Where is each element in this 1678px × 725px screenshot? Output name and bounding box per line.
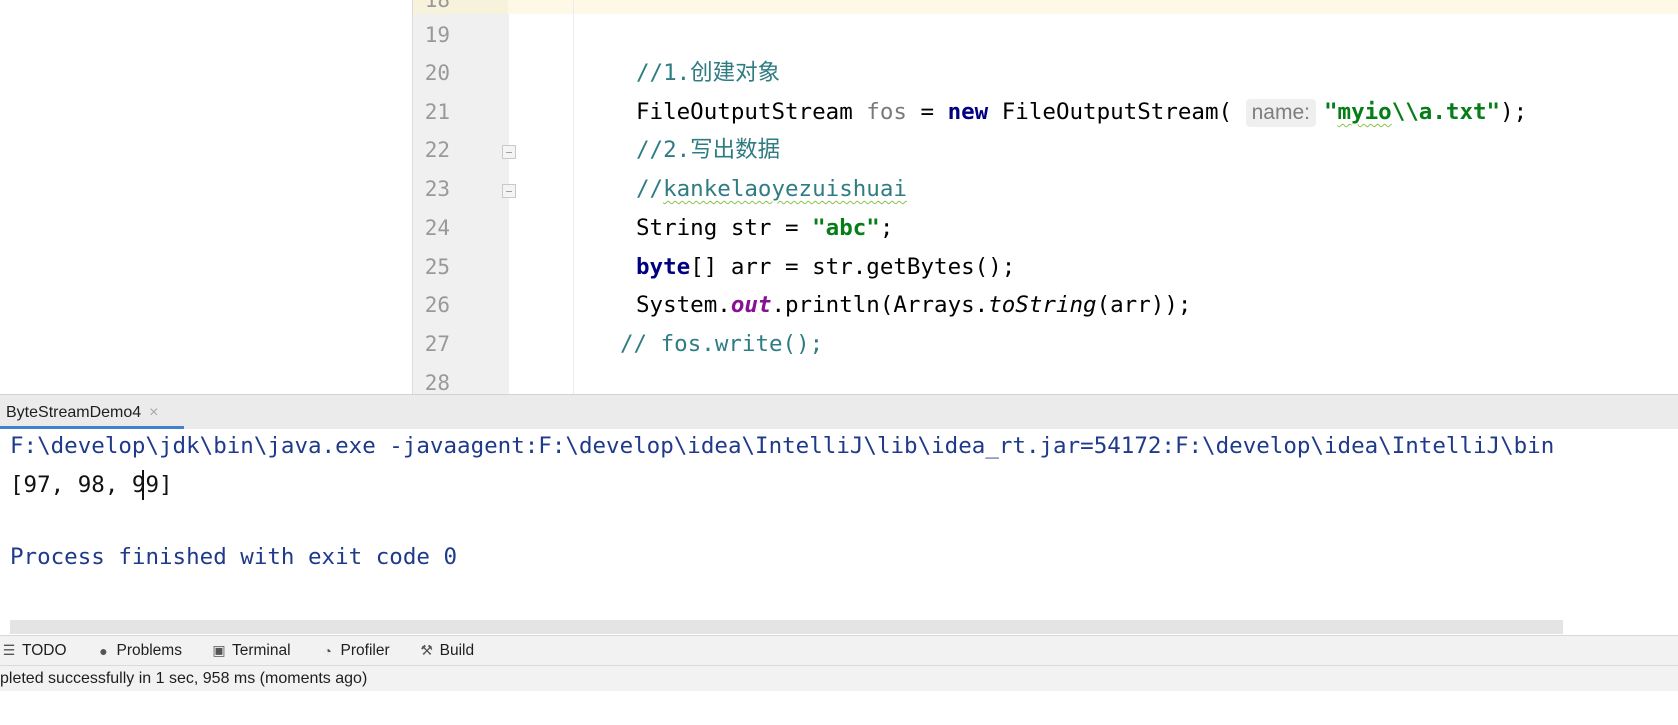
code-line-24: String str = "abc"; — [636, 214, 893, 242]
tool-label: Problems — [116, 641, 182, 659]
code-line-25: byte[] arr = str.getBytes(); — [636, 253, 1015, 281]
list-icon: ☰ — [2, 642, 16, 658]
code-text: System. — [636, 292, 731, 318]
code-text: .println(Arrays. — [771, 292, 989, 318]
blank-area — [0, 691, 1678, 725]
code-text: [] arr = str.getBytes(); — [690, 254, 1016, 280]
string-quote: " — [1323, 99, 1338, 125]
fold-end-icon[interactable] — [502, 184, 516, 198]
run-tab-label: ByteStreamDemo4 — [6, 403, 142, 421]
indent-guide — [573, 0, 574, 394]
line-number: 28 — [424, 371, 450, 394]
line-number: 18 — [424, 0, 450, 12]
output-text: [97, 98, 9 — [10, 472, 146, 498]
tool-window-bar: ☰ TODO ● Problems ▣ Terminal ◔ Profiler … — [0, 635, 1678, 665]
comment: // fos.write(); — [620, 331, 824, 357]
fold-start-icon[interactable] — [502, 145, 516, 159]
code-text: String str = — [636, 215, 813, 241]
tool-label: Build — [439, 641, 475, 659]
statement-end: ); — [1500, 99, 1528, 125]
string-literal: \\a.txt" — [1391, 99, 1501, 125]
code-line-26: System.out.println(Arrays.toString(arr))… — [636, 291, 1191, 319]
parameter-hint: name: — [1245, 99, 1316, 127]
comment: //2.写出数据 — [636, 137, 781, 163]
type-name: FileOutputStream — [636, 99, 853, 125]
line-number: 20 — [424, 61, 450, 85]
static-method: toString — [988, 292, 1097, 318]
code-line-22: //2.写出数据 — [636, 136, 780, 164]
status-bar: pleted successfully in 1 sec, 958 ms (mo… — [0, 665, 1678, 691]
string-typo: myio — [1337, 99, 1392, 125]
line-number: 21 — [424, 100, 450, 124]
comment: //1.创建对象 — [636, 60, 781, 86]
line-number: 27 — [424, 332, 450, 356]
tool-terminal[interactable]: ▣ Terminal — [212, 641, 291, 660]
line-number: 23 — [424, 177, 450, 201]
statement-end: ; — [879, 215, 894, 241]
tool-profiler[interactable]: ◔ Profiler — [321, 641, 390, 660]
constructor-call: FileOutputStream( — [1001, 99, 1233, 125]
comment-typo: kankelaoyezuishuai — [663, 176, 907, 202]
terminal-icon: ▣ — [212, 642, 226, 658]
keyword: byte — [636, 254, 691, 280]
comment-prefix: // — [636, 176, 664, 202]
tool-todo[interactable]: ☰ TODO — [2, 642, 67, 660]
line-number: 24 — [424, 216, 450, 240]
code-line-21: FileOutputStream fos = new FileOutputStr… — [636, 98, 1527, 127]
code-editor[interactable]: 18 19 20 21 22 23 24 25 26 27 28 //1.创建对… — [0, 0, 1678, 394]
console-exit-message: Process finished with exit code 0 — [10, 544, 458, 570]
code-line-27: // fos.write(); — [620, 330, 823, 358]
output-text: 9] — [145, 472, 173, 498]
tool-label: Terminal — [231, 641, 291, 659]
tool-label: TODO — [22, 641, 67, 659]
tool-problems[interactable]: ● Problems — [97, 642, 182, 660]
line-number: 22 — [424, 138, 450, 162]
line-number: 19 — [424, 23, 450, 47]
problems-icon: ● — [99, 642, 108, 659]
run-tab[interactable]: ByteStreamDemo4 × — [0, 395, 167, 430]
gutter-separator — [412, 0, 413, 394]
code-line-23: //kankelaoyezuishuai — [636, 175, 907, 203]
run-console[interactable]: F:\develop\jdk\bin\java.exe -javaagent:F… — [0, 429, 1678, 635]
close-icon[interactable]: × — [149, 404, 158, 422]
code-line-20: //1.创建对象 — [636, 59, 780, 87]
console-output-line: [97, 98, 99] — [10, 470, 173, 500]
profiler-icon: ◔ — [323, 642, 332, 659]
caret-row-highlight — [508, 0, 1678, 14]
keyword: new — [947, 99, 989, 125]
hammer-icon: ⚒ — [420, 642, 433, 658]
tool-label: Profiler — [340, 641, 390, 659]
status-message[interactable]: pleted successfully in 1 sec, 958 ms (mo… — [0, 670, 367, 687]
console-command-line: F:\develop\jdk\bin\java.exe -javaagent:F… — [10, 433, 1555, 459]
run-tab-bar: ByteStreamDemo4 × — [0, 394, 1678, 430]
horizontal-scrollbar[interactable] — [10, 620, 1563, 634]
variable-name: fos — [866, 99, 907, 125]
code-text: (arr)); — [1096, 292, 1192, 318]
static-field: out — [730, 292, 772, 318]
line-number: 26 — [424, 293, 450, 317]
operator: = — [920, 99, 935, 125]
string-literal: "abc" — [812, 215, 880, 241]
tool-build[interactable]: ⚒ Build — [420, 642, 474, 660]
line-number: 25 — [424, 255, 450, 279]
